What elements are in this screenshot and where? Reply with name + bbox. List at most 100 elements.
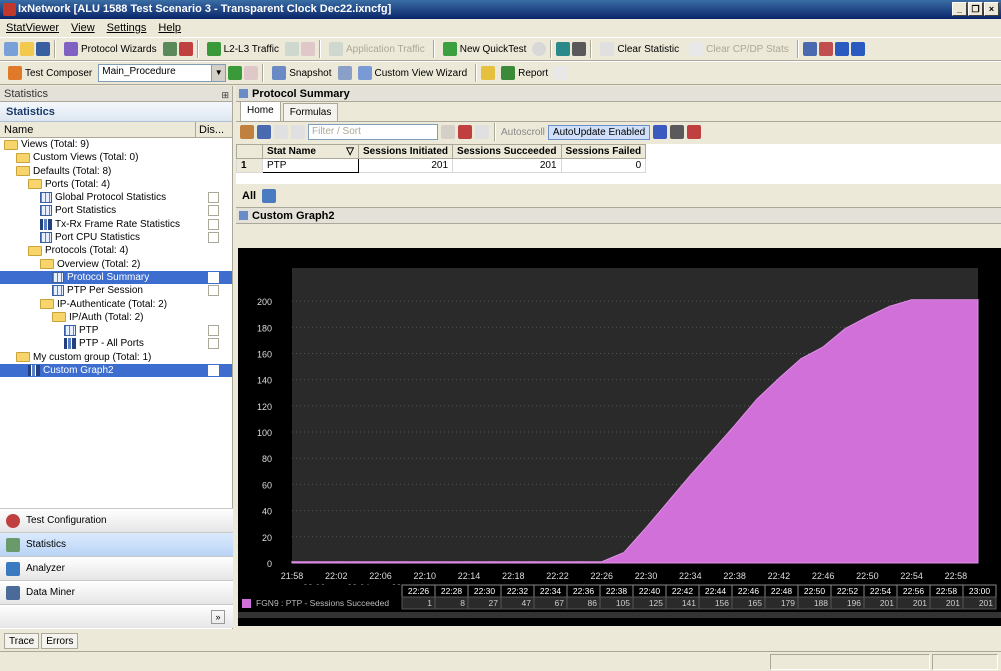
autoupdate-toggle[interactable]: AutoUpdate Enabled: [547, 124, 651, 140]
restore-button[interactable]: ❐: [968, 2, 983, 16]
autoscroll-toggle[interactable]: Autoscroll: [501, 127, 545, 138]
tree-item[interactable]: IP/Auth (Total: 2): [0, 311, 232, 324]
pause-icon[interactable]: [458, 125, 472, 139]
run-procedure-icon[interactable]: [228, 66, 243, 80]
play-icon[interactable]: [284, 42, 299, 56]
display-checkbox[interactable]: [208, 271, 219, 283]
protocol-wizards-button[interactable]: Protocol Wizards: [60, 39, 161, 59]
tab-all[interactable]: All: [242, 190, 256, 202]
tree-item[interactable]: Custom Graph2: [0, 364, 232, 378]
start-protocols-icon[interactable]: [162, 42, 177, 56]
menu-view[interactable]: View: [71, 19, 95, 37]
clear-statistic-button[interactable]: Clear Statistic: [596, 39, 683, 59]
display-checkbox[interactable]: [208, 365, 219, 377]
table-row[interactable]: 1 PTP 201 201 0: [236, 158, 647, 173]
tree-item[interactable]: Protocol Summary: [0, 270, 232, 285]
tab-formulas[interactable]: Formulas: [282, 103, 339, 121]
tree-item[interactable]: Overview (Total: 2): [0, 258, 232, 271]
new-icon[interactable]: [4, 42, 18, 56]
menu-settings[interactable]: Settings: [107, 19, 147, 37]
tree-item[interactable]: Views (Total: 9): [0, 138, 232, 151]
display-checkbox[interactable]: [208, 205, 219, 217]
minimize-button[interactable]: _: [952, 2, 967, 16]
tab-home[interactable]: Home: [240, 101, 281, 121]
stop-procedure-icon[interactable]: [244, 66, 259, 80]
column-header[interactable]: Sessions Succeeded: [452, 144, 562, 159]
tree-item[interactable]: Global Protocol Statistics: [0, 191, 232, 204]
tree-item[interactable]: Port CPU Statistics: [0, 231, 232, 244]
column-header[interactable]: Stat Name ▽: [262, 144, 359, 159]
tree-item[interactable]: Protocols (Total: 4): [0, 244, 232, 257]
pin-icon[interactable]: ⊞: [221, 87, 229, 103]
report-button[interactable]: Report: [497, 63, 552, 83]
drilldown-icon[interactable]: [291, 125, 305, 139]
chart-view-icon[interactable]: [653, 125, 668, 139]
l2l3-traffic-button[interactable]: L2-L3 Traffic: [203, 39, 283, 59]
stop-protocols-icon[interactable]: [178, 42, 193, 56]
open-folder-icon[interactable]: [20, 42, 34, 56]
tree-item[interactable]: Custom Views (Total: 0): [0, 151, 232, 164]
split-vertical-icon[interactable]: [850, 42, 865, 56]
display-checkbox[interactable]: [208, 218, 219, 230]
tree-item[interactable]: IP-Authenticate (Total: 2): [0, 298, 232, 311]
tree-item[interactable]: Defaults (Total: 8): [0, 165, 232, 178]
split-horizontal-icon[interactable]: [834, 42, 849, 56]
qt-run-icon[interactable]: [532, 42, 547, 56]
save-icon[interactable]: [36, 42, 50, 56]
report-folder-icon[interactable]: [481, 66, 496, 80]
custom-view-wizard-button[interactable]: Custom View Wizard: [354, 63, 472, 83]
tree-item[interactable]: PTP - All Ports: [0, 337, 232, 350]
test-composer-button[interactable]: Test Composer: [4, 63, 96, 83]
display-checkbox[interactable]: [208, 285, 219, 297]
capture-icon[interactable]: [556, 42, 571, 56]
export-icon[interactable]: [337, 66, 352, 80]
menu-help[interactable]: Help: [158, 19, 181, 37]
nav-data-miner[interactable]: Data Miner: [0, 580, 233, 604]
stop-icon[interactable]: [300, 42, 315, 56]
grid-options-icon[interactable]: [257, 125, 271, 139]
display-checkbox[interactable]: [208, 232, 219, 244]
name-column-header[interactable]: Name: [0, 122, 196, 137]
procedure-select[interactable]: Main_Procedure ▼: [98, 64, 227, 82]
tree-item[interactable]: Tx-Rx Frame Rate Statistics: [0, 218, 232, 231]
display-checkbox[interactable]: [208, 192, 219, 204]
nav-test-configuration[interactable]: Test Configuration: [0, 508, 233, 532]
tab-errors[interactable]: Errors: [41, 633, 79, 649]
expand-chevron-icon[interactable]: »: [211, 609, 225, 624]
nav-statistics[interactable]: Statistics: [0, 532, 233, 556]
clear-cpdp-stats-button[interactable]: Clear CP/DP Stats: [685, 39, 793, 59]
snapshot-button[interactable]: Snapshot: [268, 63, 335, 83]
layout-icon[interactable]: [802, 42, 817, 56]
filter-dropdown-icon[interactable]: [441, 125, 455, 139]
tree-item[interactable]: PTP: [0, 324, 232, 337]
tree-item[interactable]: Ports (Total: 4): [0, 178, 232, 191]
menu-statviewer[interactable]: StatViewer: [6, 19, 59, 37]
display-checkbox[interactable]: [208, 325, 219, 337]
tree-item[interactable]: PTP Per Session: [0, 284, 232, 297]
application-traffic-button[interactable]: Application Traffic: [325, 39, 429, 59]
refresh-icon[interactable]: [475, 125, 489, 139]
columns-icon[interactable]: [240, 125, 254, 139]
nav-expand[interactable]: »: [0, 604, 233, 628]
report-settings-icon[interactable]: [554, 66, 569, 80]
close-button[interactable]: ×: [984, 2, 999, 16]
filter-sort-input[interactable]: Filter / Sort: [308, 124, 438, 140]
compare-icon[interactable]: [687, 125, 702, 139]
new-quicktest-button[interactable]: New QuickTest: [439, 39, 531, 59]
tree-item[interactable]: Port Statistics: [0, 204, 232, 217]
filter-arrow-icon[interactable]: ▽: [346, 146, 354, 157]
chart-icon[interactable]: [818, 42, 833, 56]
stat-name-cell[interactable]: PTP: [262, 158, 359, 173]
tab-trace[interactable]: Trace: [4, 633, 40, 649]
filter-icon[interactable]: [274, 125, 288, 139]
display-column-header[interactable]: Dis...: [196, 122, 232, 137]
tree-item[interactable]: My custom group (Total: 1): [0, 351, 232, 364]
display-checkbox[interactable]: [208, 338, 219, 350]
nav-analyzer[interactable]: Analyzer: [0, 556, 233, 580]
column-header[interactable]: Sessions Failed: [560, 144, 647, 159]
ping-icon[interactable]: [572, 42, 587, 56]
port-group-icon[interactable]: [262, 188, 277, 203]
camera-icon[interactable]: [670, 125, 685, 139]
data-point: [357, 560, 360, 563]
column-header[interactable]: Sessions Initiated: [357, 144, 454, 159]
